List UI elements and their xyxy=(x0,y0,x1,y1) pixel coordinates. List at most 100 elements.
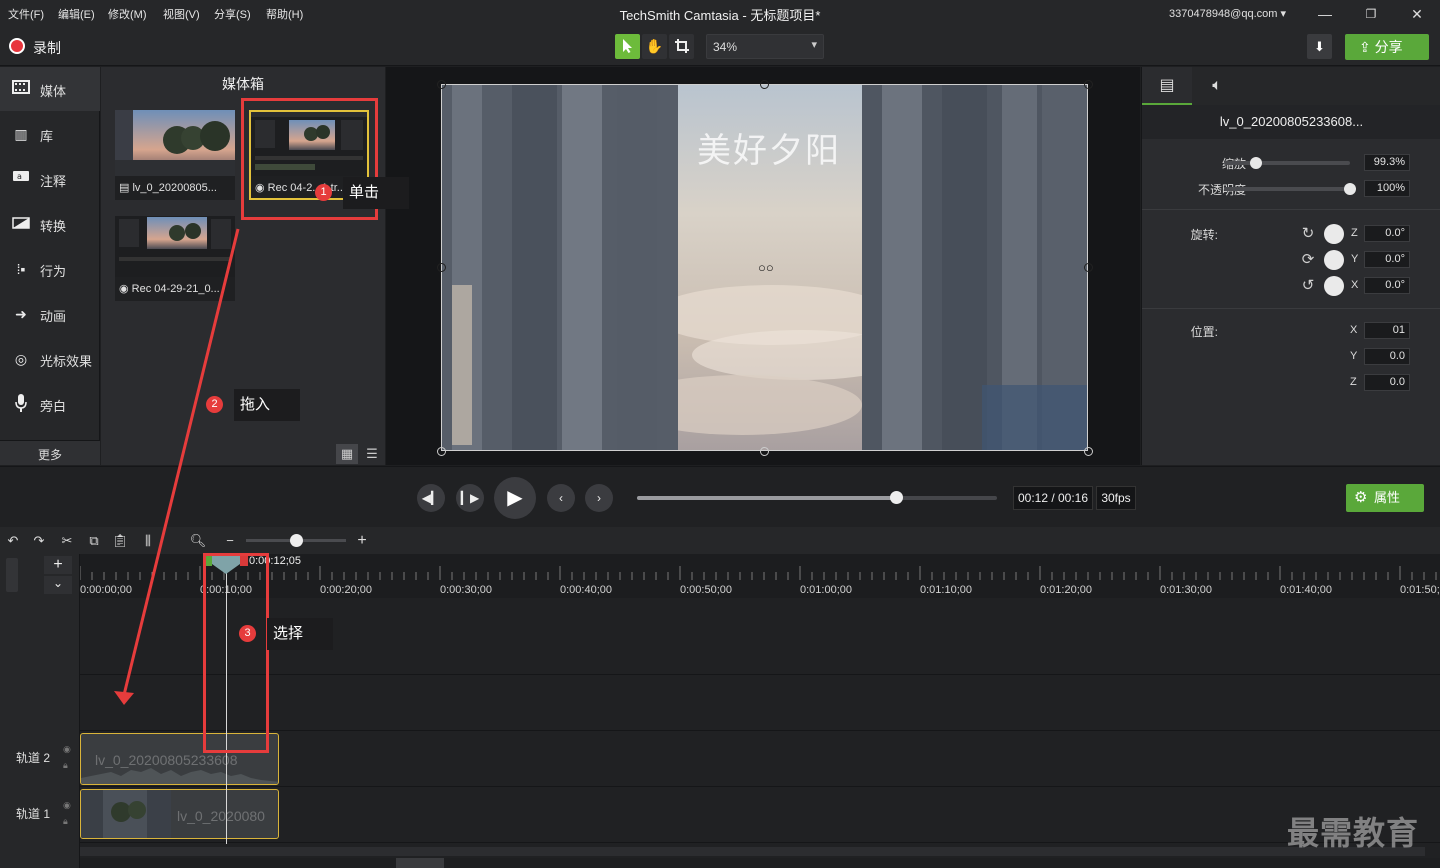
eye-icon[interactable]: ◉ xyxy=(63,744,71,755)
transition-icon xyxy=(10,214,32,234)
sidebar-label: 动画 xyxy=(40,309,67,324)
sidebar-item-transitions[interactable]: 转换 xyxy=(0,202,100,246)
sidebar-item-annotations[interactable]: a 注释 xyxy=(0,157,100,201)
resize-handle[interactable] xyxy=(1084,80,1093,89)
crop-tool-button[interactable] xyxy=(669,34,694,59)
scale-slider-track[interactable] xyxy=(1224,161,1350,165)
rotation-x-dial[interactable] xyxy=(1324,276,1344,296)
scale-slider-knob[interactable] xyxy=(1249,157,1262,169)
opacity-slider-knob[interactable] xyxy=(1344,183,1356,195)
properties-panel: ▤ 🔈︎ lv_0_20200805233608... 缩放 99.3% 不透明… xyxy=(1141,67,1440,465)
list-icon: ☰ xyxy=(366,446,378,461)
pan-tool-button[interactable]: ✋ xyxy=(642,34,667,59)
lock-icon[interactable]: 🔒︎ xyxy=(63,760,68,771)
record-icon[interactable] xyxy=(9,38,25,54)
step-forward-button[interactable]: ▎▶ xyxy=(456,484,484,512)
zoom-select[interactable]: 34% ▾ xyxy=(706,34,824,59)
skip-forward-icon: ▎▶ xyxy=(460,491,480,505)
lock-icon[interactable]: 🔒︎ xyxy=(63,816,68,827)
media-item[interactable]: ▤ lv_0_20200805... xyxy=(115,110,235,200)
eye-icon[interactable]: ◉ xyxy=(63,800,71,811)
sidebar-item-cursor-effects[interactable]: ◎ 光标效果 xyxy=(0,337,100,381)
sidebar-item-library[interactable]: ▥ 库 xyxy=(0,112,100,156)
restore-button[interactable]: ❐ xyxy=(1359,4,1383,24)
menu-modify[interactable]: 修改(M) xyxy=(108,6,147,22)
menu-view[interactable]: 视图(V) xyxy=(163,6,200,22)
rotation-x-field[interactable]: 0.0° xyxy=(1364,277,1410,294)
next-button[interactable]: › xyxy=(585,484,613,512)
record-button-label[interactable]: 录制 xyxy=(33,38,61,58)
more-tools-button[interactable]: 更多 xyxy=(0,440,100,465)
step-back-button[interactable]: ◀▎ xyxy=(417,484,445,512)
opacity-field[interactable]: 100% xyxy=(1364,180,1410,197)
zoom-in-button[interactable]: + xyxy=(353,532,371,550)
tab-audio-properties[interactable]: 🔈︎ xyxy=(1192,67,1242,105)
empty-track-row[interactable] xyxy=(80,675,1440,731)
rotation-y-dial[interactable] xyxy=(1324,250,1344,270)
redo-button[interactable]: ↷ xyxy=(30,532,48,550)
resize-handle[interactable] xyxy=(1084,447,1093,456)
account-menu[interactable]: 3370478948@qq.com ▾ xyxy=(1169,7,1286,20)
skip-back-icon: ◀▎ xyxy=(421,491,441,505)
play-button[interactable]: ▶ xyxy=(494,477,536,519)
add-track-button[interactable]: + xyxy=(44,556,72,574)
track-1-name[interactable]: 轨道 1 xyxy=(16,805,50,822)
close-button[interactable]: ✕ xyxy=(1405,4,1429,24)
download-button[interactable]: ⬇ xyxy=(1307,34,1332,59)
scrollbar-thumb[interactable] xyxy=(396,858,444,868)
sidebar-item-media[interactable]: 媒体 xyxy=(0,67,100,111)
ruler-tick-label: 0:00:40;00 xyxy=(560,584,612,596)
resize-handle[interactable] xyxy=(760,447,769,456)
properties-button[interactable]: ⚙ 属性 xyxy=(1346,484,1424,512)
sidebar-item-voice-narration[interactable]: 旁白 xyxy=(0,382,100,426)
scrub-knob[interactable] xyxy=(890,491,904,504)
download-icon: ⬇ xyxy=(1314,39,1325,54)
menu-share[interactable]: 分享(S) xyxy=(214,6,251,22)
resize-handle[interactable] xyxy=(760,80,769,89)
annotation-icon: a xyxy=(10,169,32,189)
share-button[interactable]: ⇪ 分享 xyxy=(1345,34,1429,60)
menu-file[interactable]: 文件(F) xyxy=(8,6,44,22)
scrub-bar[interactable] xyxy=(637,496,997,500)
video-clip[interactable]: lv_0_2020080 xyxy=(80,789,279,839)
library-icon: ▥ xyxy=(14,126,28,142)
undo-button[interactable]: ↶ xyxy=(4,532,22,550)
rotation-z-field[interactable]: 0.0° xyxy=(1364,225,1410,242)
select-tool-button[interactable] xyxy=(615,34,640,59)
menu-help[interactable]: 帮助(H) xyxy=(266,6,303,22)
opacity-slider-track[interactable] xyxy=(1224,187,1350,191)
sidebar-item-animations[interactable]: ➜ 动画 xyxy=(0,292,100,336)
media-bin-title: 媒体箱 xyxy=(222,76,264,92)
speaker-icon: 🔈︎ xyxy=(1212,77,1222,94)
center-anchor-icon[interactable]: ○○ xyxy=(758,260,774,275)
timeline-zoom-knob[interactable] xyxy=(290,534,303,547)
copy-button[interactable]: ⧉ xyxy=(85,532,103,550)
tab-visual-properties[interactable]: ▤ xyxy=(1142,67,1192,105)
rotation-y-field[interactable]: 0.0° xyxy=(1364,251,1410,268)
track-row-1[interactable]: lv_0_2020080 xyxy=(80,787,1440,843)
previous-button[interactable]: ‹ xyxy=(547,484,575,512)
track-row-2[interactable]: lv_0_20200805233608 xyxy=(80,731,1440,787)
thumbnail-view-button[interactable]: ▦ xyxy=(336,444,358,464)
position-z-field[interactable]: 0.0 xyxy=(1364,374,1410,391)
timeline-horizontal-scrollbar[interactable] xyxy=(80,847,1425,856)
position-x-field[interactable]: 01 xyxy=(1364,322,1410,339)
rotation-z-dial[interactable] xyxy=(1324,224,1344,244)
resize-handle[interactable] xyxy=(1084,263,1093,272)
minimize-button[interactable]: — xyxy=(1313,4,1337,24)
ruler-tick-label: 0:00:50;00 xyxy=(680,584,732,596)
track-2-name[interactable]: 轨道 2 xyxy=(16,749,50,766)
menu-edit[interactable]: 编辑(E) xyxy=(58,6,95,22)
time-display: 00:12 / 00:16 xyxy=(1013,486,1093,510)
list-view-button[interactable]: ☰ xyxy=(361,444,383,464)
scale-field[interactable]: 99.3% xyxy=(1364,154,1410,171)
preview-area: 美好夕阳 ○○ xyxy=(386,67,1140,465)
track-options-button[interactable]: ⌄ xyxy=(44,576,72,594)
cut-button[interactable]: ✂ xyxy=(58,532,76,550)
track-height-slider[interactable] xyxy=(6,558,18,592)
resize-handle[interactable] xyxy=(437,263,446,272)
sidebar-item-behaviors[interactable]: ⁞▪ 行为 xyxy=(0,247,100,291)
resize-handle[interactable] xyxy=(437,447,446,456)
resize-handle[interactable] xyxy=(437,80,446,89)
position-y-field[interactable]: 0.0 xyxy=(1364,348,1410,365)
